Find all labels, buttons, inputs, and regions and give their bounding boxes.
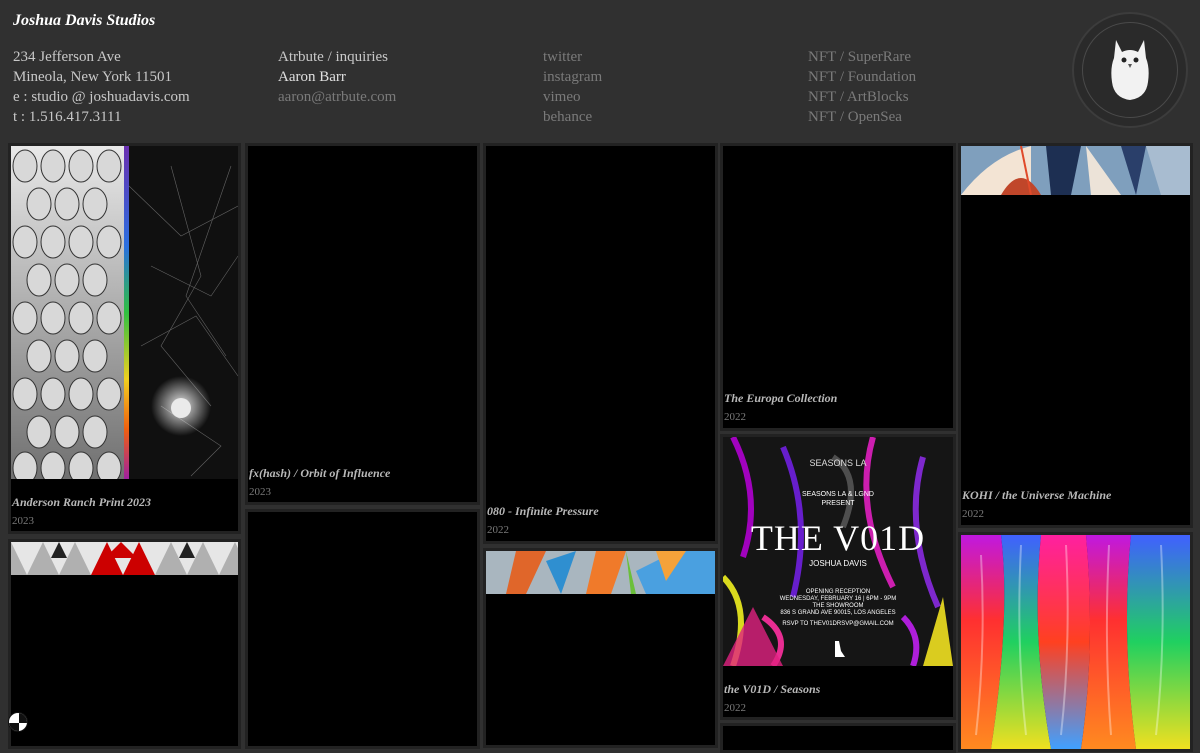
work-card-europa-collection[interactable]: The Europa Collection 2022 [720, 143, 956, 431]
work-thumbnail-anderson-ranch [11, 146, 238, 479]
work-card-column2-lower[interactable] [245, 509, 480, 749]
poster-artist: JOSHUA DAVIS [809, 559, 867, 568]
work-card-the-void[interactable]: SEASONS LA SEASONS LA & LGND PRESENT THE… [720, 434, 956, 720]
poster-address: 836 S GRAND AVE 90015, LOS ANGELES [780, 610, 896, 616]
poster-present: PRESENT [821, 500, 855, 507]
inquiries-contact-name: Aaron Barr [278, 69, 346, 85]
work-year: 2023 [12, 515, 34, 527]
work-thumbnail-liquid-color [961, 535, 1190, 749]
social-link-behance[interactable]: behance [543, 107, 602, 127]
nft-link-foundation[interactable]: NFT / Foundation [808, 67, 916, 87]
inquiries-label: Atrbute / inquiries [278, 49, 388, 65]
poster-date: WEDNESDAY, FEBRUARY 16 | 6PM - 9PM [779, 596, 897, 602]
work-thumbnail-kohi [961, 146, 1190, 195]
address-block: 234 Jefferson Ave Mineola, New York 1150… [13, 47, 190, 127]
site-header: Joshua Davis Studios 234 Jefferson Ave M… [0, 0, 1200, 140]
work-card-liquid-color[interactable] [958, 532, 1193, 752]
work-year: 2022 [724, 411, 746, 423]
work-title[interactable]: fx(hash) / Orbit of Influence [249, 466, 390, 481]
nft-link-superrare[interactable]: NFT / SuperRare [808, 47, 916, 67]
work-title[interactable]: Anderson Ranch Print 2023 [12, 495, 151, 510]
nft-link-artblocks[interactable]: NFT / ArtBlocks [808, 87, 916, 107]
poster-reception: OPENING RECEPTION [805, 589, 871, 595]
corner-badge-icon[interactable] [8, 712, 28, 732]
work-thumbnail-triangles [11, 542, 238, 575]
poster-venue: THE SHOWROOM [812, 603, 864, 609]
work-card-anderson-ranch[interactable]: Anderson Ranch Print 2023 2023 [8, 143, 241, 534]
work-thumbnail-the-void-poster: SEASONS LA SEASONS LA & LGND PRESENT THE… [723, 437, 953, 666]
address-street: 234 Jefferson Ave [13, 49, 121, 65]
work-card-colorful-shapes[interactable] [483, 548, 718, 748]
work-title[interactable]: KOHI / the Universe Machine [962, 488, 1111, 503]
poster-top-label: SEASONS LA [809, 458, 867, 468]
address-city: Mineola, New York 11501 [13, 69, 173, 85]
social-link-vimeo[interactable]: vimeo [543, 87, 602, 107]
inquiries-block: Atrbute / inquiries Aaron Barr aaron@atr… [278, 47, 396, 107]
studio-email[interactable]: e : studio @ joshuadavis.com [13, 87, 190, 107]
work-year: 2023 [249, 486, 271, 498]
social-link-instagram[interactable]: instagram [543, 67, 602, 87]
poster-headline: THE V01D [750, 518, 926, 558]
work-title[interactable]: The Europa Collection [724, 391, 837, 406]
work-year: 2022 [724, 702, 746, 714]
work-card-infinite-pressure[interactable]: 080 - Infinite Pressure 2022 [483, 143, 718, 544]
work-title[interactable]: the V01D / Seasons [724, 682, 820, 697]
studio-title[interactable]: Joshua Davis Studios [13, 12, 155, 30]
owl-logo-icon[interactable] [1072, 12, 1188, 128]
inquiries-email-link[interactable]: aaron@atrbute.com [278, 87, 396, 107]
social-link-twitter[interactable]: twitter [543, 47, 602, 67]
poster-presenters: SEASONS LA & LGND [802, 491, 874, 498]
work-card-orbit-of-influence[interactable]: fx(hash) / Orbit of Influence 2023 [245, 143, 480, 505]
work-thumbnail-colorful-shapes [486, 551, 715, 594]
work-card-triangles[interactable] [8, 539, 241, 749]
work-card-kohi-universe-machine[interactable]: KOHI / the Universe Machine 2022 [958, 143, 1193, 528]
nft-link-opensea[interactable]: NFT / OpenSea [808, 107, 916, 127]
poster-rsvp: RSVP TO THEV01DRSVP@GMAIL.COM [782, 621, 894, 627]
social-links: twitter instagram vimeo behance [543, 47, 602, 127]
work-year: 2022 [962, 508, 984, 520]
nft-links: NFT / SuperRare NFT / Foundation NFT / A… [808, 47, 916, 127]
work-year: 2022 [487, 524, 509, 536]
work-title[interactable]: 080 - Infinite Pressure [487, 504, 599, 519]
work-card-column4-lower[interactable] [720, 723, 956, 753]
studio-phone: t : 1.516.417.3111 [13, 109, 122, 125]
